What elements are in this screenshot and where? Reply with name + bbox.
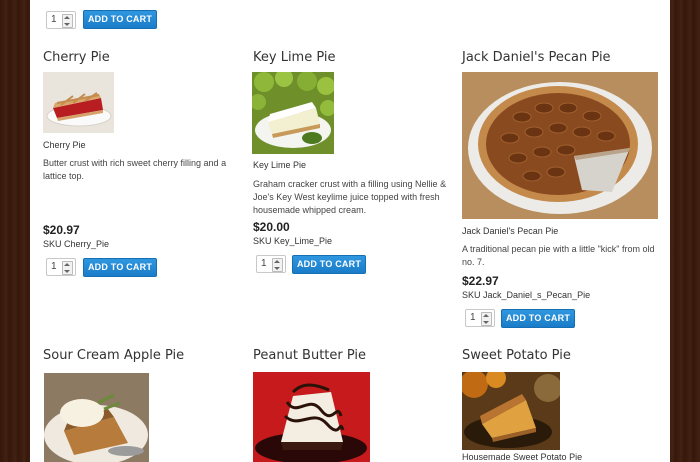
product-title[interactable]: Peanut Butter Pie bbox=[253, 348, 366, 363]
quantity-value: 1 bbox=[261, 258, 267, 269]
product-price: $22.97 bbox=[462, 274, 499, 288]
add-to-cart-button[interactable]: ADD TO CART bbox=[501, 309, 575, 328]
product-caption: Housemade Sweet Potato Pie bbox=[462, 452, 583, 462]
cherry-pie-image[interactable] bbox=[43, 72, 114, 133]
product-caption: Cherry Pie bbox=[43, 140, 86, 150]
add-to-cart-button[interactable]: ADD TO CART bbox=[292, 255, 366, 274]
sour-cream-apple-pie-image[interactable] bbox=[44, 373, 149, 462]
spinner-arrows-icon[interactable] bbox=[272, 258, 283, 272]
product-title[interactable]: Key Lime Pie bbox=[253, 50, 336, 65]
product-title[interactable]: Sour Cream Apple Pie bbox=[43, 348, 184, 363]
pecan-pie-image[interactable] bbox=[462, 72, 658, 219]
peanut-butter-pie-image[interactable] bbox=[253, 372, 370, 462]
product-sku: SKU Jack_Daniel_s_Pecan_Pie bbox=[462, 290, 591, 300]
quantity-value: 1 bbox=[470, 312, 476, 323]
product-sku: SKU Cherry_Pie bbox=[43, 239, 110, 249]
product-caption: Key Lime Pie bbox=[253, 160, 307, 170]
quantity-value: 1 bbox=[51, 14, 57, 25]
quantity-stepper[interactable]: 1 bbox=[465, 309, 495, 327]
product-price: $20.97 bbox=[43, 223, 80, 237]
add-to-cart-button[interactable]: ADD TO CART bbox=[83, 10, 157, 29]
quantity-stepper[interactable]: 1 bbox=[46, 11, 76, 29]
quantity-value: 1 bbox=[51, 261, 57, 272]
product-description: Graham cracker crust with a filling usin… bbox=[253, 179, 447, 215]
product-caption: Jack Daniel's Pecan Pie bbox=[462, 226, 559, 236]
product-title[interactable]: Jack Daniel's Pecan Pie bbox=[462, 50, 611, 65]
product-sku: SKU Key_Lime_Pie bbox=[253, 236, 333, 246]
spinner-arrows-icon[interactable] bbox=[62, 14, 73, 28]
sweet-potato-pie-image[interactable] bbox=[462, 372, 560, 450]
product-title[interactable]: Sweet Potato Pie bbox=[462, 348, 571, 363]
key-lime-pie-image[interactable] bbox=[252, 72, 334, 154]
product-price: $20.00 bbox=[253, 220, 290, 234]
quantity-stepper[interactable]: 1 bbox=[256, 255, 286, 273]
spinner-arrows-icon[interactable] bbox=[481, 312, 492, 326]
product-description: Butter crust with rich sweet cherry fill… bbox=[43, 158, 227, 181]
product-grid-page: 1 ADD TO CART Cherry Pie Cherry Pie Butt… bbox=[30, 0, 670, 462]
add-to-cart-button[interactable]: ADD TO CART bbox=[83, 258, 157, 277]
product-description: A traditional pecan pie with a little "k… bbox=[462, 244, 655, 267]
product-title[interactable]: Cherry Pie bbox=[43, 50, 110, 65]
spinner-arrows-icon[interactable] bbox=[62, 261, 73, 275]
quantity-stepper[interactable]: 1 bbox=[46, 258, 76, 276]
